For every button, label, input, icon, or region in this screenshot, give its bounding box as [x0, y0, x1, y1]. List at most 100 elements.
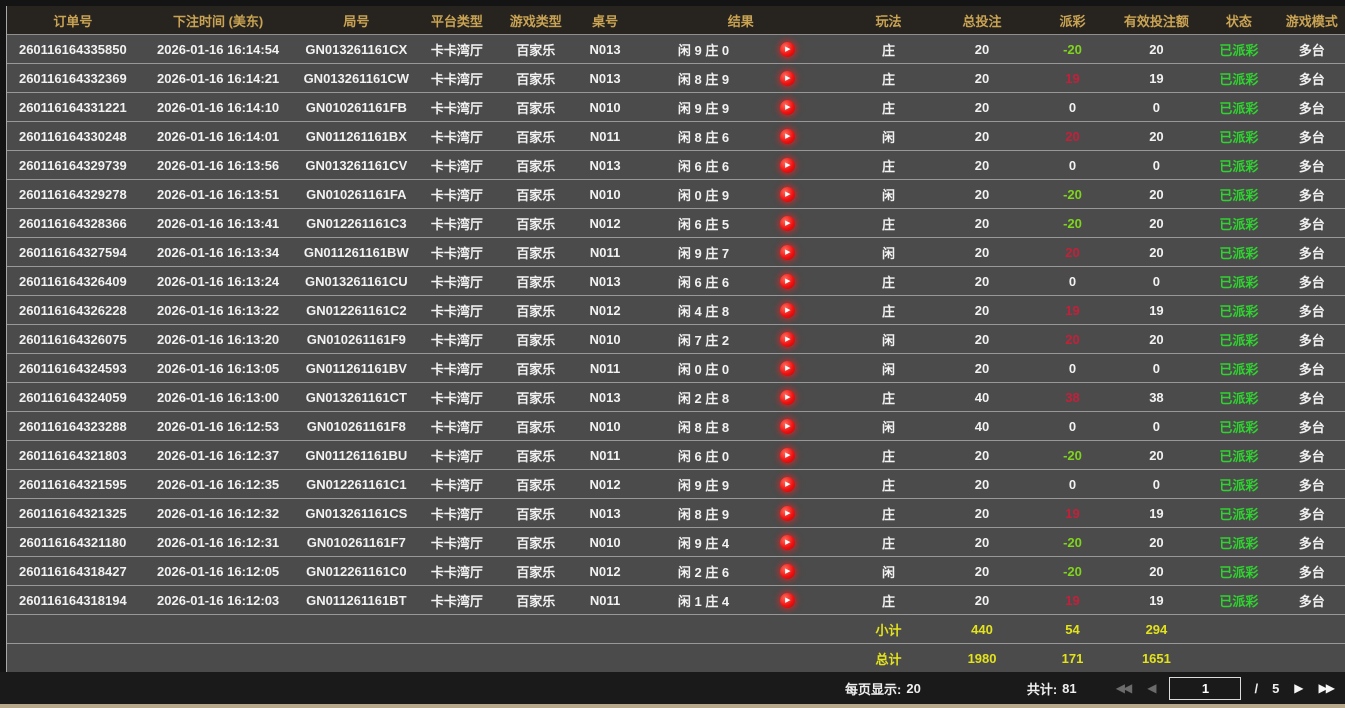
page-input[interactable]	[1169, 677, 1241, 700]
round-number: GN013261161CX	[298, 35, 416, 64]
platform-type: 卡卡湾厅	[415, 412, 498, 441]
result-cell: 闲 2 庄 6 ▶	[637, 557, 844, 586]
status-badge: 已派彩	[1199, 296, 1278, 325]
play-side: 庄	[844, 499, 932, 528]
play-video-icon[interactable]: ▶	[780, 129, 795, 144]
result-text: 闲 8 庄 8	[637, 417, 770, 436]
bottom-edge-strip	[0, 704, 1345, 708]
play-video-icon[interactable]: ▶	[780, 419, 795, 434]
bet-time: 2026-01-16 16:12:35	[139, 470, 298, 499]
payout: 19	[1031, 586, 1113, 615]
game-type: 百家乐	[499, 93, 573, 122]
valid-bet: 0	[1114, 354, 1199, 383]
result-text: 闲 6 庄 0	[637, 446, 770, 465]
play-video-icon[interactable]: ▶	[780, 332, 795, 347]
result-text: 闲 8 庄 9	[637, 69, 770, 88]
play-video-icon[interactable]: ▶	[780, 216, 795, 231]
payout: -20	[1031, 209, 1113, 238]
platform-type: 卡卡湾厅	[415, 470, 498, 499]
play-video-icon[interactable]: ▶	[780, 477, 795, 492]
game-mode: 多台	[1279, 296, 1345, 325]
last-page-icon[interactable]: ▶▶	[1317, 680, 1335, 696]
round-number: GN010261161FB	[298, 93, 416, 122]
payout: -20	[1031, 180, 1113, 209]
total-valid-bet: 1651	[1114, 644, 1199, 673]
play-video-icon[interactable]: ▶	[780, 390, 795, 405]
play-video-icon[interactable]: ▶	[780, 448, 795, 463]
pagination-bar: 每页显示: 20 共计: 81 ◀◀ ◀ / 5 ▶ ▶▶	[0, 672, 1345, 704]
order-number: 260116164321180	[7, 528, 139, 557]
game-type: 百家乐	[499, 151, 573, 180]
total-total-bet: 1980	[933, 644, 1032, 673]
per-page-display: 每页显示: 20	[845, 679, 921, 698]
result-text: 闲 1 庄 4	[637, 591, 770, 610]
valid-bet: 0	[1114, 151, 1199, 180]
per-page-label: 每页显示:	[845, 679, 901, 698]
platform-type: 卡卡湾厅	[415, 151, 498, 180]
round-number: GN011261161BU	[298, 441, 416, 470]
play-side: 庄	[844, 64, 932, 93]
result-cell: 闲 0 庄 9 ▶	[637, 180, 844, 209]
valid-bet: 20	[1114, 238, 1199, 267]
order-number: 260116164324593	[7, 354, 139, 383]
first-page-icon[interactable]: ◀◀	[1114, 680, 1132, 696]
order-number: 260116164330248	[7, 122, 139, 151]
table-row: 260116164326228 2026-01-16 16:13:22 GN01…	[7, 296, 1345, 325]
total-row: 总计 1980 171 1651	[7, 644, 1345, 673]
play-video-icon[interactable]: ▶	[780, 158, 795, 173]
play-video-icon[interactable]: ▶	[780, 274, 795, 289]
result-text: 闲 6 庄 6	[637, 156, 770, 175]
result-cell: 闲 6 庄 6 ▶	[637, 151, 844, 180]
round-number: GN011261161BV	[298, 354, 416, 383]
play-video-icon[interactable]: ▶	[780, 71, 795, 86]
total-bet: 20	[933, 296, 1032, 325]
platform-type: 卡卡湾厅	[415, 441, 498, 470]
order-number: 260116164318427	[7, 557, 139, 586]
play-side: 闲	[844, 238, 932, 267]
play-video-icon[interactable]: ▶	[780, 100, 795, 115]
table-row: 260116164328366 2026-01-16 16:13:41 GN01…	[7, 209, 1345, 238]
result-cell: 闲 8 庄 9 ▶	[637, 64, 844, 93]
play-video-icon[interactable]: ▶	[780, 506, 795, 521]
bet-time: 2026-01-16 16:13:20	[139, 325, 298, 354]
play-video-icon[interactable]: ▶	[780, 245, 795, 260]
total-label: 总计	[844, 644, 932, 673]
game-type: 百家乐	[499, 557, 573, 586]
play-side: 庄	[844, 528, 932, 557]
bet-time: 2026-01-16 16:12:32	[139, 499, 298, 528]
table-number: N010	[573, 180, 637, 209]
payout: 19	[1031, 64, 1113, 93]
next-page-icon[interactable]: ▶	[1292, 680, 1303, 696]
play-video-icon[interactable]: ▶	[780, 535, 795, 550]
bet-records-table: 订单号 下注时间 (美东) 局号 平台类型 游戏类型 桌号 结果 玩法 总投注 …	[7, 6, 1345, 673]
platform-type: 卡卡湾厅	[415, 122, 498, 151]
table-number: N010	[573, 528, 637, 557]
table-number: N012	[573, 557, 637, 586]
play-video-icon[interactable]: ▶	[780, 593, 795, 608]
prev-page-icon[interactable]: ◀	[1145, 680, 1156, 696]
bet-time: 2026-01-16 16:12:31	[139, 528, 298, 557]
play-video-icon[interactable]: ▶	[780, 42, 795, 57]
status-badge: 已派彩	[1199, 180, 1278, 209]
page-total-value: 5	[1272, 681, 1279, 696]
result-cell: 闲 7 庄 2 ▶	[637, 325, 844, 354]
play-side: 庄	[844, 586, 932, 615]
platform-type: 卡卡湾厅	[415, 267, 498, 296]
result-text: 闲 9 庄 9	[637, 475, 770, 494]
subtotal-valid-bet: 294	[1114, 615, 1199, 644]
game-mode: 多台	[1279, 354, 1345, 383]
page-total: / 5	[1254, 681, 1279, 696]
bet-time: 2026-01-16 16:12:03	[139, 586, 298, 615]
order-number: 260116164326075	[7, 325, 139, 354]
table-number: N013	[573, 383, 637, 412]
play-video-icon[interactable]: ▶	[780, 187, 795, 202]
game-mode: 多台	[1279, 267, 1345, 296]
platform-type: 卡卡湾厅	[415, 383, 498, 412]
play-video-icon[interactable]: ▶	[780, 361, 795, 376]
total-count: 共计: 81	[1027, 679, 1077, 698]
play-video-icon[interactable]: ▶	[780, 303, 795, 318]
valid-bet: 19	[1114, 499, 1199, 528]
play-video-icon[interactable]: ▶	[780, 564, 795, 579]
valid-bet: 38	[1114, 383, 1199, 412]
status-badge: 已派彩	[1199, 557, 1278, 586]
